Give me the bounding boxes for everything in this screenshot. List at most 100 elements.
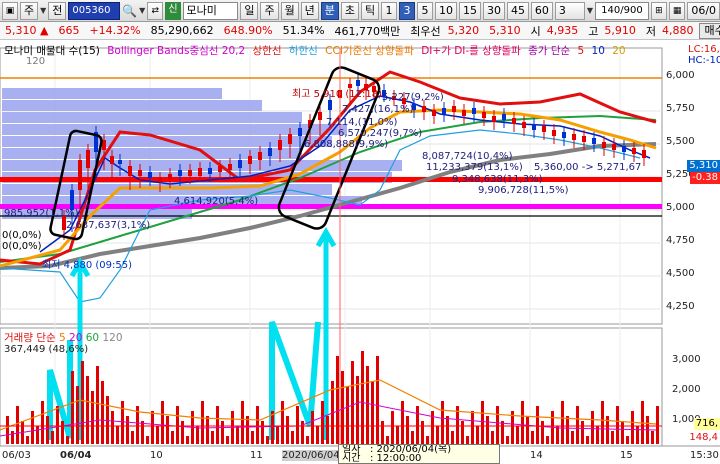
price-chart[interactable]: 모나미 매물대 수(15) Bollinger Bands중심선 20,2 상한… [0,40,720,464]
candle-body [218,166,222,172]
candle-body [552,130,556,136]
priority-ask: 5,320 [447,24,480,37]
chevron-down-icon[interactable]: ▼ [587,6,593,15]
stock-name-field[interactable]: 모나미 [182,1,239,20]
period-year[interactable]: 년 [300,1,319,20]
market-select[interactable]: 주 [20,1,39,20]
search-icon[interactable]: 🔍 [122,4,137,18]
volume-bar [616,406,619,444]
range-note: 5,360,00 -> 5,271,67 [534,162,642,173]
interval-5[interactable]: 5 [417,1,434,20]
volume-bar [451,431,454,444]
volume-bar [586,436,589,444]
volume-bar [381,421,384,444]
interval-60[interactable]: 60 [530,1,553,20]
candle-body [86,150,90,168]
volume-profile-bar [2,112,302,123]
volume-bar [36,426,39,444]
candle-body [432,110,436,116]
calendar-icon[interactable]: ▦ [668,1,686,20]
candle-body [258,152,262,160]
time-label: 2020/06/04 [282,450,340,461]
vp-label: 6,808,888(9,9%) [304,139,389,150]
period-day[interactable]: 일 [240,1,259,20]
candle-body [612,144,616,150]
volume-bar [201,401,204,444]
volume-bar [421,421,424,444]
period-month[interactable]: 월 [280,1,299,20]
volume-tick: 2,000 [672,384,701,395]
grid-toggle-button[interactable]: ⊞ [650,1,667,20]
volume-bar [151,411,154,444]
price-tick: 5,000 [666,202,695,213]
prev-button[interactable]: 전 [48,1,67,20]
volume-bar [176,406,179,444]
volume-bar [416,406,419,444]
volume-bar [286,416,289,444]
period-tick[interactable]: 틱 [360,1,380,20]
vp-label: 7,427,(16,1%) [342,104,414,115]
buy-button[interactable]: 매수 [698,22,720,39]
volume-bar [361,351,364,444]
interval-select[interactable]: 3 [554,1,585,20]
period-second[interactable]: 초 [340,1,359,20]
volume-bar [496,406,499,444]
volume-bar [466,436,469,444]
interval-1[interactable]: 1 [381,1,398,20]
link-button[interactable]: ⇄ [147,1,164,20]
candle-body [248,156,252,164]
volume-bar [486,416,489,444]
volume-bar [366,366,369,444]
volume-bar [96,366,99,444]
volume-bar [146,436,149,444]
interval-3[interactable]: 3 [399,1,416,20]
interval-10[interactable]: 10 [435,1,458,20]
candle-body [482,112,486,118]
trade-amount: 461,770백만 [334,24,401,38]
ma10-legend: 10 [591,45,605,57]
volume-bar [111,411,114,444]
interval-30[interactable]: 30 [482,1,505,20]
candle-body [442,108,446,114]
volume-bar [636,426,639,444]
candle-body [288,134,292,144]
date-field[interactable]: 06/0 [687,1,720,20]
volume-bar [426,436,429,444]
low-price: 4,880 [662,24,694,37]
time-label: 15 [620,450,633,461]
price-tick: 4,250 [666,301,695,312]
volume-bar [71,371,74,444]
volume-bar [536,406,539,444]
volume-bar [221,421,224,444]
period-minute[interactable]: 분 [320,1,339,20]
volume-bar [281,401,284,444]
volume-bar [411,431,414,444]
credit-badge: 신 [165,1,181,20]
vp-label: 6,570,247(9,7%) [338,128,423,139]
interval-15[interactable]: 15 [459,1,481,20]
high-label: 고 [588,24,599,38]
candle-body [318,112,322,120]
volume-bar [346,386,349,444]
menu-button[interactable]: ▣ [2,1,18,20]
volume-bar [526,416,529,444]
interval-45[interactable]: 45 [506,1,529,20]
volume-last-tag: 148,4 [687,432,720,444]
candle-body [542,126,546,132]
candle-body [70,190,74,210]
volume-bar [261,421,264,444]
vp-label: 9,906,728(11,5%) [478,185,569,196]
stock-code-input[interactable]: 005360 [68,1,121,20]
candle-body [632,148,636,154]
volume-bar [336,356,339,444]
current-pct-tag: -0.38 [690,172,720,184]
chevron-down-icon[interactable]: ▼ [139,6,145,15]
period-week[interactable]: 주 [260,1,279,20]
volume-bar [186,436,189,444]
chevron-down-icon[interactable]: ▼ [40,6,46,15]
volume-bar [226,436,229,444]
volume-bar [386,436,389,444]
data-count-field[interactable]: 140/900 [594,1,649,20]
volume-ratio: 648.90% [223,24,273,37]
volume-bar [521,401,524,444]
